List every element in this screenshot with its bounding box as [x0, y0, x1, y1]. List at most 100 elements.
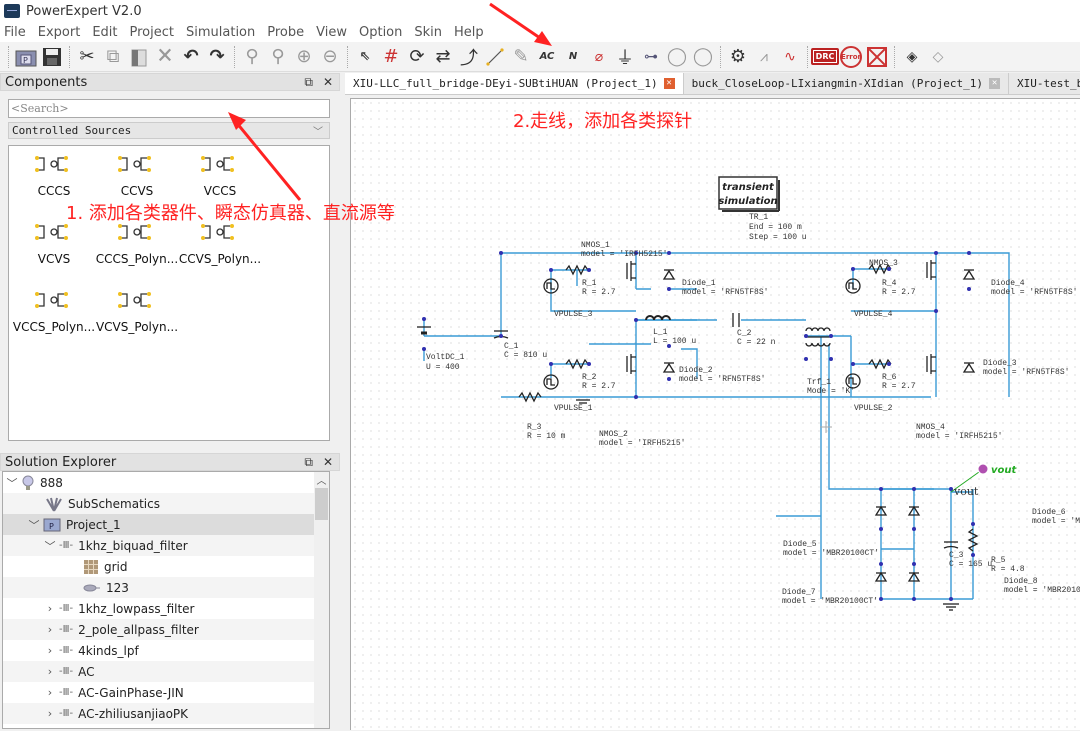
transformer-trf1[interactable]: [805, 327, 831, 347]
waveform-button[interactable]: ⩘: [751, 44, 777, 70]
menu-export[interactable]: Export: [38, 25, 81, 40]
menu-file[interactable]: File: [4, 25, 26, 40]
save-button[interactable]: [39, 44, 65, 70]
current-meter-button[interactable]: ◯: [690, 44, 716, 70]
chevron-down-icon[interactable]: ﹀: [27, 517, 41, 533]
menu-project[interactable]: Project: [130, 25, 174, 40]
component-ccvs-polynomial[interactable]: CCVS_Polyn...: [175, 222, 265, 266]
diode-3[interactable]: [962, 362, 976, 373]
current-probe-button[interactable]: ⌀: [586, 44, 612, 70]
ac-probe-button[interactable]: AC: [534, 44, 560, 70]
diode-1[interactable]: [662, 269, 676, 280]
component-vccs[interactable]: VCCS: [175, 154, 265, 198]
chevron-down-icon[interactable]: ﹀: [5, 475, 19, 491]
undo-button[interactable]: ↶: [178, 44, 204, 70]
chevron-right-icon[interactable]: ›: [43, 602, 57, 615]
redo-button[interactable]: ↷: [204, 44, 230, 70]
menu-edit[interactable]: Edit: [92, 25, 117, 40]
close-icon[interactable]: ✕: [989, 78, 1001, 89]
close-icon[interactable]: ✕: [663, 78, 675, 89]
diode-4[interactable]: [962, 269, 976, 280]
tab-buck-closeloop[interactable]: buck_CloseLoop-LIxiangmin-XIdian (Projec…: [684, 73, 1010, 94]
tab-test-boost[interactable]: XIU-test_boost_2: [1009, 73, 1080, 94]
grid-button[interactable]: #: [378, 44, 404, 70]
component-ccvs[interactable]: CCVS: [92, 154, 182, 198]
component-cccs-polynomial[interactable]: CCCS_Polyn...: [92, 222, 182, 266]
chevron-right-icon[interactable]: ›: [43, 623, 57, 636]
delete-button[interactable]: 🗙: [152, 44, 178, 70]
paste-button[interactable]: [126, 44, 152, 70]
rotate-button[interactable]: ⟳: [404, 44, 430, 70]
menu-help[interactable]: Help: [454, 25, 484, 40]
scrollbar-thumb[interactable]: [315, 488, 328, 520]
nmos-1[interactable]: [626, 261, 636, 281]
open-project-button[interactable]: P: [13, 44, 39, 70]
chevron-right-icon[interactable]: ›: [43, 686, 57, 699]
error-button[interactable]: Error: [838, 44, 864, 70]
layer-button[interactable]: ◇: [925, 44, 951, 70]
chevron-right-icon[interactable]: ›: [43, 644, 57, 657]
tab-llc-full-bridge[interactable]: XIU-LLC_full_bridge-DEyi-SUBtiHUAN (Proj…: [345, 73, 684, 94]
float-icon[interactable]: ⧉: [304, 455, 313, 470]
chevron-right-icon[interactable]: ›: [43, 665, 57, 678]
tree-item-schematic[interactable]: › -Ⅲ- AC-zhiliusanjiaoPK: [3, 703, 329, 724]
net-label-button[interactable]: ⊶: [638, 44, 664, 70]
tree-item-schematic[interactable]: › -Ⅲ- AC: [3, 661, 329, 682]
menu-view[interactable]: View: [316, 25, 347, 40]
component-vccs-polynomial[interactable]: VCCS_Polyn...: [9, 290, 99, 334]
drc-button[interactable]: DRC: [810, 44, 840, 70]
float-icon[interactable]: ⧉: [304, 75, 313, 90]
select-button[interactable]: ⇖: [352, 44, 378, 70]
zoom-out-button[interactable]: ⊖: [317, 44, 343, 70]
tree-item-probe[interactable]: 123: [3, 577, 329, 598]
vpulse-source[interactable]: [845, 373, 861, 389]
scroll-up-icon[interactable]: ︿: [314, 472, 329, 488]
component-vcvs-polynomial[interactable]: VCVS_Polyn...: [92, 290, 182, 334]
nmos-4[interactable]: [926, 354, 936, 374]
tree-item-schematic[interactable]: ﹀ -Ⅲ- 1khz_biquad_filter: [3, 535, 329, 556]
tree-item-solution[interactable]: ﹀ 888: [3, 472, 329, 493]
nmos-2[interactable]: [626, 354, 636, 374]
ground-symbol[interactable]: [943, 603, 959, 611]
zoom-in-button[interactable]: ⊕: [291, 44, 317, 70]
tree-item-schematic[interactable]: › -Ⅲ- 4kinds_lpf: [3, 640, 329, 661]
clear-button[interactable]: [864, 44, 890, 70]
menu-simulation[interactable]: Simulation: [186, 25, 255, 40]
tree-item-subschematics[interactable]: SubSchematics: [3, 493, 329, 514]
menu-option[interactable]: Option: [359, 25, 402, 40]
wire-button[interactable]: [482, 44, 508, 70]
schematic-canvas[interactable]: transient simulation TR_1 End = 100 m St…: [350, 98, 1080, 730]
voltage-meter-button[interactable]: ◯: [664, 44, 690, 70]
layers-button[interactable]: ◈: [899, 44, 925, 70]
tree-scrollbar[interactable]: ︿: [314, 472, 329, 728]
tree-item-schematic[interactable]: › -Ⅲ- AC-GainPhase-JIN: [3, 682, 329, 703]
component-search-input[interactable]: <Search>: [8, 99, 330, 118]
capacitor-c2[interactable]: [732, 313, 740, 327]
category-select[interactable]: Controlled Sources ﹀: [8, 122, 330, 139]
transient-simulation-block[interactable]: transient simulation TR_1 End = 100 m St…: [718, 176, 807, 242]
zoom-fit-button[interactable]: ⚲: [239, 44, 265, 70]
tree-item-schematic[interactable]: › -Ⅲ- 2_pole_allpass_filter: [3, 619, 329, 640]
close-icon[interactable]: ✕: [323, 75, 333, 90]
flip-button[interactable]: ⇄: [430, 44, 456, 70]
zoom-area-button[interactable]: ⚲: [265, 44, 291, 70]
component-vcvs[interactable]: VCVS: [9, 222, 99, 266]
tree-item-grid[interactable]: grid: [3, 556, 329, 577]
chevron-right-icon[interactable]: ›: [43, 707, 57, 720]
tree-item-schematic[interactable]: › -Ⅲ- 1khz_lowpass_filter: [3, 598, 329, 619]
spectrum-button[interactable]: ∿: [777, 44, 803, 70]
close-icon[interactable]: ✕: [323, 455, 333, 470]
mirror-button[interactable]: ⤴: [456, 44, 482, 70]
cut-button[interactable]: ✂: [74, 44, 100, 70]
settings-button[interactable]: ⚙: [725, 44, 751, 70]
copy-button[interactable]: ⧉: [100, 44, 126, 70]
diode-2[interactable]: [662, 362, 676, 373]
component-cccs[interactable]: CCCS: [9, 154, 99, 198]
menu-probe[interactable]: Probe: [267, 25, 304, 40]
nmos-3[interactable]: [926, 260, 936, 280]
ground-button[interactable]: ⏚: [612, 44, 638, 70]
menu-skin[interactable]: Skin: [414, 25, 442, 40]
ground-symbol[interactable]: [576, 399, 590, 404]
chevron-down-icon[interactable]: ﹀: [43, 538, 57, 554]
voltage-probe-button[interactable]: ✎: [508, 44, 534, 70]
